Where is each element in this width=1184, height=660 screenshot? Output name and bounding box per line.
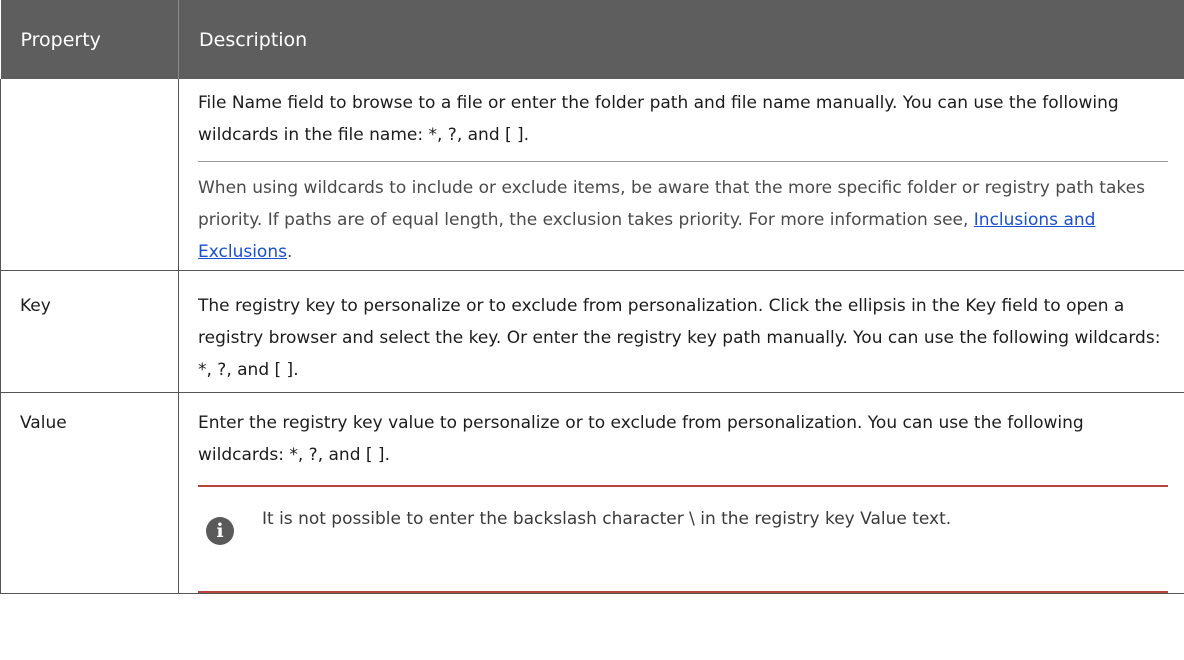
description-cell: The registry key to personalize or to ex… — [178, 270, 1184, 393]
description-cell: File Name field to browse to a file or e… — [178, 79, 1184, 271]
header-property: Property — [0, 0, 179, 79]
table-row: File Name field to browse to a file or e… — [0, 79, 1184, 271]
header-description: Description — [178, 0, 1184, 79]
note-end: . — [286, 242, 293, 262]
table-header-row: Property Description — [0, 0, 1184, 79]
info-callout: i It is not possible to enter the backsl… — [198, 485, 1168, 593]
description-text: Enter the registry key value to personal… — [198, 413, 1084, 465]
property-table: Property Description File Name field to … — [0, 0, 1184, 594]
table-row: Value Enter the registry key value to pe… — [0, 392, 1184, 594]
divider — [198, 161, 1168, 162]
description-cell: Enter the registry key value to personal… — [178, 392, 1184, 594]
property-cell: Key — [0, 270, 179, 393]
table-row: Key The registry key to personalize or t… — [0, 270, 1184, 393]
description-text: File Name field to browse to a file or e… — [198, 93, 1119, 145]
info-icon: i — [206, 517, 234, 545]
property-cell: Value — [0, 392, 179, 594]
property-cell — [0, 79, 179, 271]
description-text: The registry key to personalize or to ex… — [198, 296, 1161, 380]
note-paragraph: When using wildcards to include or exclu… — [198, 172, 1168, 268]
callout-text: It is not possible to enter the backslas… — [262, 509, 952, 529]
